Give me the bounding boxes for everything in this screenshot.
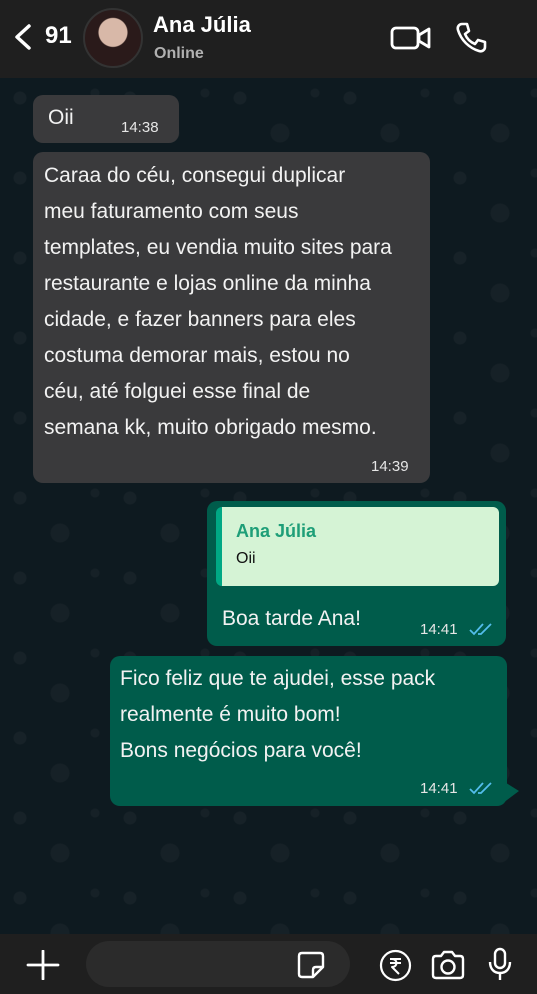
message-time: 14:39 — [371, 458, 409, 475]
read-receipt-icon — [469, 623, 492, 636]
contact-avatar[interactable] — [83, 8, 143, 68]
chat-header: 91 Ana Júlia Online — [0, 0, 537, 78]
message-text: Boa tarde Ana! — [222, 607, 361, 630]
message-time: 14:41 — [420, 621, 458, 638]
sticker-icon[interactable] — [296, 950, 326, 980]
attach-plus-icon[interactable] — [24, 950, 62, 980]
message-bubble-incoming[interactable]: Oii 14:38 — [33, 95, 179, 143]
message-text: Caraa do céu, consegui duplicar meu fatu… — [44, 164, 392, 439]
back-chevron-icon[interactable] — [10, 22, 36, 52]
message-time: 14:38 — [121, 119, 159, 136]
contact-status: Online — [154, 45, 204, 62]
video-call-icon[interactable] — [390, 22, 432, 54]
message-bubble-incoming[interactable]: Caraa do céu, consegui duplicar meu fatu… — [33, 152, 430, 483]
read-receipt-icon — [469, 782, 492, 795]
quote-author: Ana Júlia — [236, 521, 317, 541]
reply-quote[interactable]: Ana Júlia Oii — [216, 507, 499, 586]
camera-icon[interactable] — [430, 950, 466, 980]
rupee-payment-icon[interactable] — [379, 949, 412, 982]
unread-count[interactable]: 91 — [45, 22, 72, 50]
quote-text: Oii — [236, 550, 256, 567]
message-text: Oii — [48, 106, 74, 129]
message-bubble-outgoing[interactable]: Fico feliz que te ajudei, esse pack real… — [110, 656, 507, 806]
voice-call-icon[interactable] — [453, 20, 489, 56]
microphone-icon[interactable] — [486, 947, 514, 983]
message-text: Fico feliz que te ajudei, esse pack real… — [120, 667, 436, 762]
contact-name[interactable]: Ana Júlia — [153, 12, 251, 38]
bubble-tail — [503, 781, 519, 803]
message-time: 14:41 — [420, 780, 458, 797]
